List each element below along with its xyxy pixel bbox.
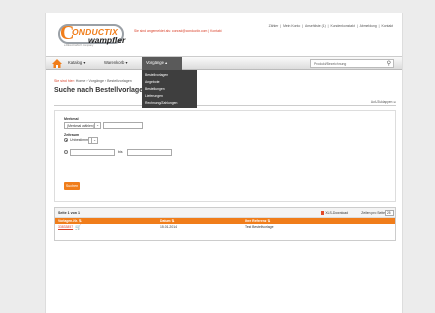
dropdown-item-angebote[interactable]: Angebote bbox=[145, 79, 194, 86]
breadcrumb-prefix: Sie sind hier: bbox=[54, 79, 75, 83]
date-to-input[interactable] bbox=[127, 149, 172, 156]
bis-label: bis bbox=[118, 150, 123, 154]
page-container: C ONDUCTIX wampfler a DELACHAUX company … bbox=[45, 13, 403, 313]
page-info: Seite 1 von 1 bbox=[58, 211, 80, 215]
xls-download[interactable]: XLS-Download bbox=[321, 211, 348, 215]
nav-vorgaenge[interactable]: Vorgänge ▴ bbox=[142, 57, 182, 70]
divider bbox=[54, 105, 396, 106]
header: C ONDUCTIX wampfler a DELACHAUX company … bbox=[46, 13, 402, 53]
zeitraum-label: Zeitraum bbox=[64, 133, 80, 137]
dropdown-item-bestellvorlagen[interactable]: Bestellvorlagen bbox=[145, 72, 194, 79]
per-page-select[interactable]: 25 bbox=[385, 210, 394, 216]
topnav-viewlist[interactable]: Ansehliste (1) bbox=[305, 24, 326, 28]
cart-icon[interactable]: 🛒 bbox=[75, 225, 81, 231]
vorgaenge-dropdown: Bestellvorlagen Angebote Bestellungen Li… bbox=[142, 70, 197, 108]
column-vorlagen-nr[interactable]: Vorlagen-Nr. ⇅ bbox=[58, 219, 82, 223]
search-icon[interactable]: ⚲ bbox=[387, 60, 391, 67]
zeitraum-radio-range[interactable] bbox=[64, 150, 68, 154]
page-title: Suche nach Bestellvorlagen bbox=[54, 87, 148, 94]
login-info[interactable]: Sie sind angemeldet als: conrad@conducti… bbox=[134, 29, 222, 33]
chevron-down-icon: ⌄ bbox=[94, 123, 100, 128]
search-form: Merkmal (Merkmal wählen) ⌄ Zeitraum Unbe… bbox=[54, 110, 396, 202]
merkmal-value-input[interactable] bbox=[103, 122, 143, 129]
nav-warenkorb[interactable]: Warenkorb ▾ bbox=[104, 60, 128, 65]
search-input[interactable]: Produkt/Bezeichnung ⚲ bbox=[310, 59, 394, 68]
topnav-customer-contact[interactable]: Kundenkonstakt bbox=[330, 24, 354, 28]
main-navbar: Katalog ▾ Warenkorb ▾ Vorgänge ▴ Produkt… bbox=[46, 56, 402, 70]
row-datum: 15.01.2014 bbox=[160, 225, 177, 229]
merkmal-label: Merkmal bbox=[64, 117, 79, 121]
search-placeholder: Produkt/Bezeichnung bbox=[314, 61, 347, 66]
topnav-logout[interactable]: Abmeldung bbox=[360, 24, 377, 28]
breadcrumb: Sie sind hier: Home › Vorgänge › Bestell… bbox=[54, 79, 132, 83]
topnav-account[interactable]: Mein Konto bbox=[283, 24, 300, 28]
chevron-down-icon: ⌄ bbox=[91, 138, 97, 143]
row-vorlagen-nr[interactable]: 33833857 bbox=[58, 225, 73, 229]
xls-icon bbox=[321, 211, 325, 215]
dropdown-item-rechnung[interactable]: Rechnung/Zahlungen bbox=[145, 100, 194, 107]
home-icon[interactable] bbox=[52, 58, 62, 69]
per-page-label: Zeilen pro Seite bbox=[361, 211, 385, 215]
xls-label: XLS-Download bbox=[325, 211, 348, 215]
zeitraum-value: Unbestimmt bbox=[70, 138, 90, 142]
column-datum[interactable]: Datum ⇅ bbox=[160, 219, 174, 223]
results-toolbar: Seite 1 von 1 XLS-Download Zeilen pro Se… bbox=[55, 208, 395, 218]
conductix-logo[interactable]: C ONDUCTIX wampfler a DELACHAUX company bbox=[58, 22, 126, 48]
logo-tagline: a DELACHAUX company bbox=[64, 44, 94, 47]
column-referenz[interactable]: Ihre Referenz ⇅ bbox=[245, 219, 270, 223]
merkmal-select[interactable]: (Merkmal wählen) ⌄ bbox=[64, 122, 101, 129]
topnav-counter[interactable]: Zähler bbox=[269, 24, 279, 28]
nav-katalog[interactable]: Katalog ▾ bbox=[68, 60, 85, 65]
per-page-value: 25 bbox=[387, 211, 391, 215]
dropdown-item-bestellungen[interactable]: Bestellungen bbox=[145, 86, 194, 93]
breadcrumb-path[interactable]: Home › Vorgänge › Bestellvorlagen bbox=[76, 79, 132, 83]
row-referenz: Test Bestellvorlage bbox=[245, 225, 274, 229]
topnav-contact[interactable]: Kontakt bbox=[382, 24, 394, 28]
search-button[interactable]: Suchen bbox=[64, 182, 80, 190]
collapse-label: Auf-/Zuklappen bbox=[370, 100, 393, 104]
logo-subtext: wampfler bbox=[88, 35, 126, 45]
date-from-input[interactable] bbox=[70, 149, 115, 156]
collapse-toggle[interactable]: Auf-/Zuklappen ⊖ bbox=[371, 100, 396, 104]
table-row: 33833857 🛒 15.01.2014 Test Bestellvorlag… bbox=[55, 224, 395, 231]
results-panel: Seite 1 von 1 XLS-Download Zeilen pro Se… bbox=[54, 207, 396, 241]
zeitraum-radio-select[interactable] bbox=[64, 138, 68, 142]
dropdown-item-lieferungen[interactable]: Lieferungen bbox=[145, 93, 194, 100]
merkmal-value: (Merkmal wählen) bbox=[67, 124, 94, 128]
zeitraum-select[interactable]: ⌄ bbox=[88, 137, 98, 144]
top-navigation: Zähler | Mein Konto | Ansehliste (1) | K… bbox=[268, 24, 394, 28]
